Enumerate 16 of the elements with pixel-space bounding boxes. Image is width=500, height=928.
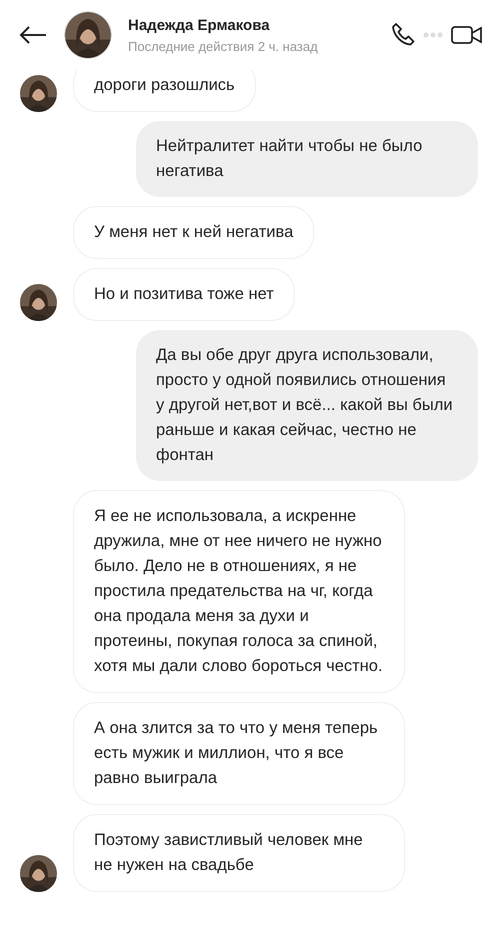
received-message: У меня нет к ней негатива bbox=[73, 206, 314, 259]
avatar bbox=[20, 284, 57, 321]
avatar bbox=[64, 11, 112, 59]
received-message: А она злится за то что у меня теперь есть мужик и миллион, что я все равно выиграла bbox=[73, 702, 405, 805]
last-active-status: Последние действия 2 ч. назад bbox=[128, 38, 319, 54]
avatar bbox=[20, 855, 57, 892]
back-arrow-icon[interactable] bbox=[18, 25, 48, 45]
avatar bbox=[20, 75, 57, 112]
contact-name: Надежда Ермакова bbox=[128, 16, 271, 34]
sent-message: Да вы обе друг друга использовали, просто у одной появились отношения у другой нет,вот и всё... какой вы были раньше и какая сейчас, честно не фонтан bbox=[136, 330, 478, 481]
sent-message: Нейтралитет найти чтобы не было негатива bbox=[136, 121, 478, 197]
phone-icon[interactable] bbox=[390, 22, 416, 48]
dots-icon bbox=[422, 31, 444, 39]
received-message: Я ее не использовала, а искренне дружила, мне от нее ничего не нужно было. Дело не в отношениях, я не простила предательства на чг, когда она продала меня за духи и протеины, покупая голоса за спиной, хотя мы дали слово бороться честно. bbox=[73, 490, 405, 693]
received-message: Поэтому завистливый человек мне не нужен на свадьбе bbox=[73, 814, 405, 892]
received-message: Но и позитива тоже нет bbox=[73, 268, 295, 321]
